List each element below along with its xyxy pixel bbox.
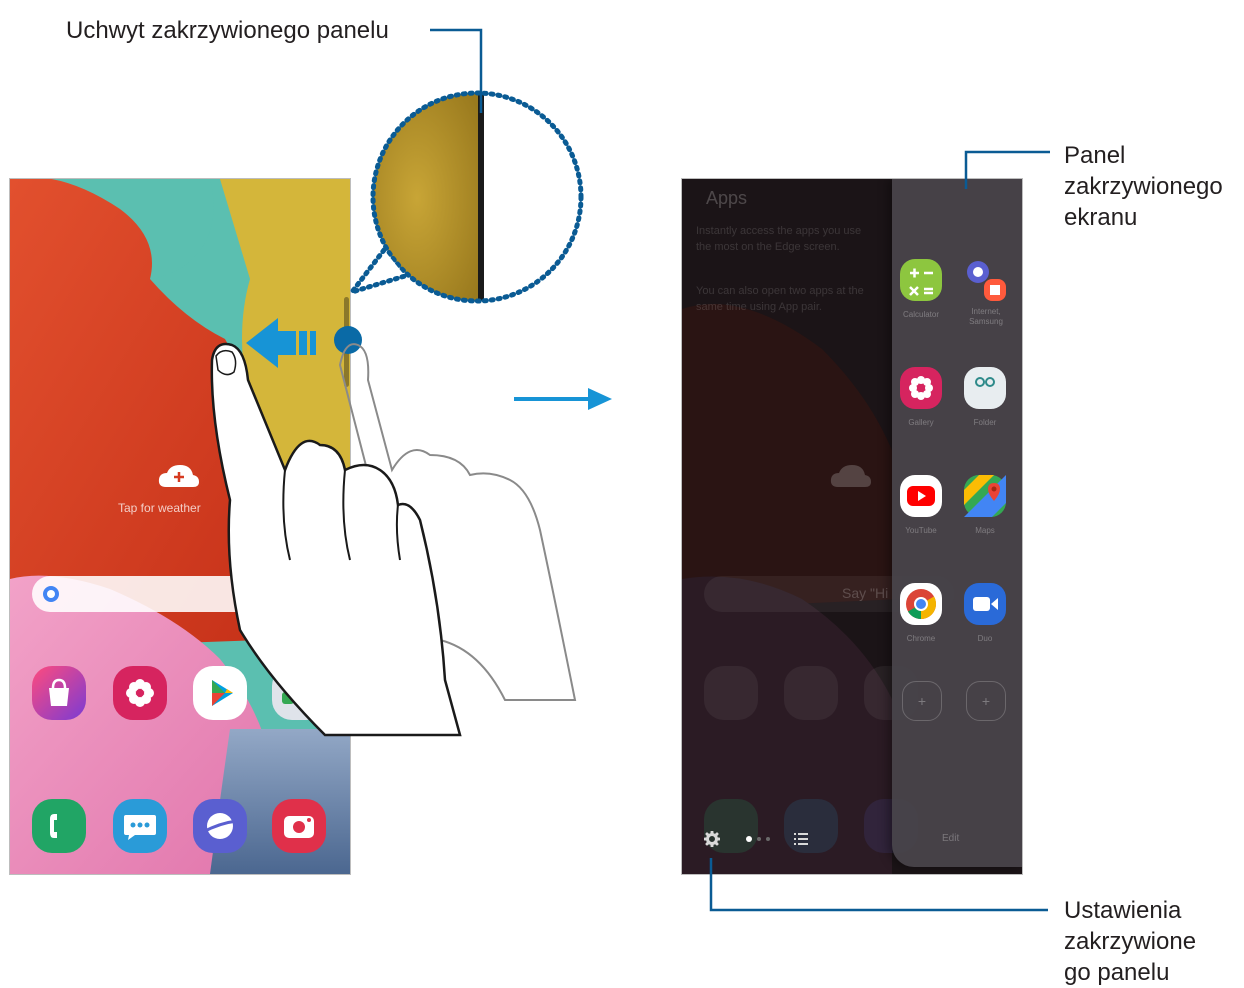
swipe-left-arrow [246,318,316,368]
callout-line-edge-settings [709,858,1048,912]
touch-point [334,326,362,354]
callout-line-3: go panelu [1064,959,1170,986]
transition-arrow [514,388,612,410]
callout-edge-handle-label: Uchwyt zakrzywionego panelu [66,17,389,44]
callout-line-1: Panel [1064,142,1126,169]
illustration-overlay [210,28,1050,912]
callout-edge-settings-label: Ustawienia zakrzywione go panelu [1064,895,1196,988]
callout-line-2: zakrzywione [1064,928,1197,955]
swiping-hand-icon [210,342,462,737]
callout-edge-panel-label: Panel zakrzywionego ekranu [1064,140,1223,233]
callout-line-1: Ustawienia [1064,897,1182,924]
magnifier-bubble [345,90,584,304]
callout-line-2: zakrzywionego [1064,173,1223,200]
callout-line-edge-panel [964,150,1050,189]
callout-line-3: ekranu [1064,204,1138,231]
